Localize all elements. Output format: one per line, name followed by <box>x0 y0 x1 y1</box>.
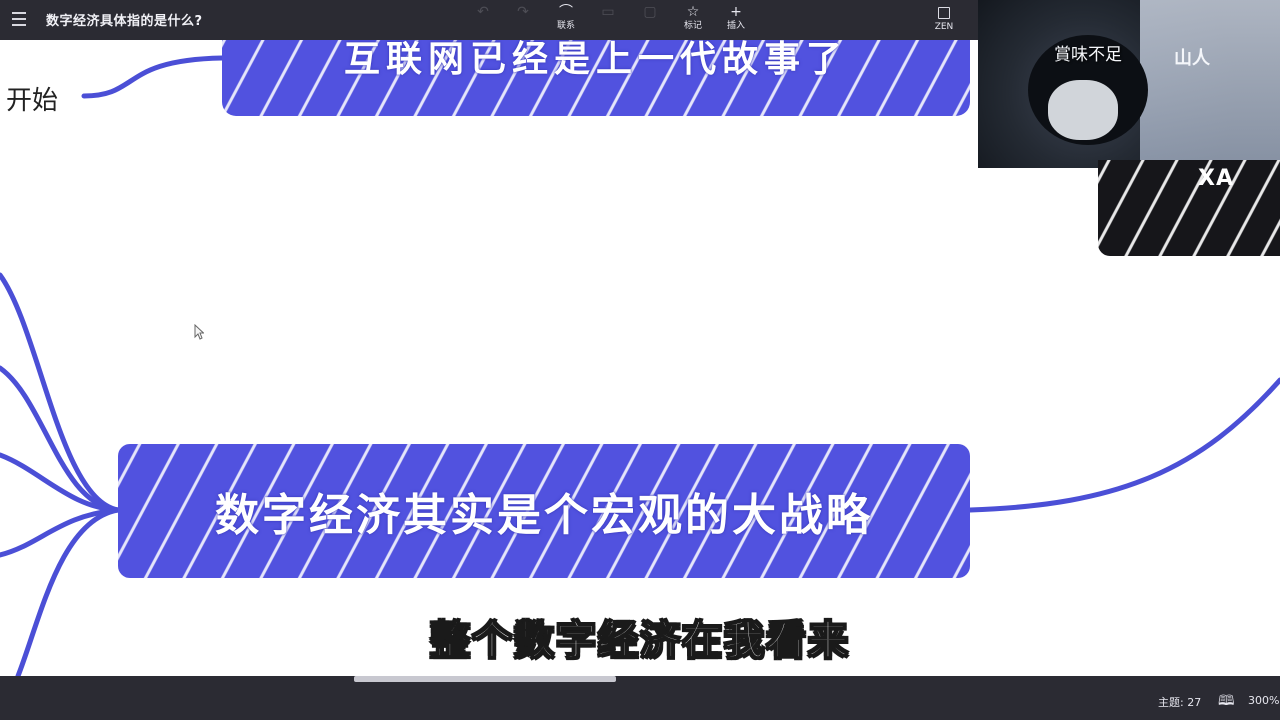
webcam-lower-panel: XA <box>1098 160 1280 256</box>
marker-star-icon: ☆ <box>686 4 700 20</box>
summary-button[interactable]: ▭ <box>585 3 631 37</box>
menu-icon[interactable] <box>8 8 30 30</box>
webcam-side-text: 山人 <box>1174 48 1210 69</box>
redo-icon: ↷ <box>517 4 529 20</box>
branch-line-1 <box>0 272 121 513</box>
line-to-right <box>967 377 1280 513</box>
boundary-button[interactable]: ▢ <box>627 3 673 37</box>
status-bar: 主题: 27 🕮 300% <box>0 676 1280 720</box>
topic-count: 主题: 27 <box>1158 696 1202 709</box>
webcam-caption: 賞味不足 <box>1054 45 1122 65</box>
webcam-lower-text: XA <box>1198 166 1234 191</box>
summary-icon: ▭ <box>601 4 615 20</box>
line-to-side-label <box>81 55 225 99</box>
mindmap-node-digital-economy[interactable]: 数字经济其实是个宏观的大战略 <box>118 444 970 578</box>
zen-mode-button[interactable]: ZEN <box>921 3 967 37</box>
relation-icon: ⌒ <box>559 4 573 20</box>
top-toolbar: 数字经济具体指的是什么? ↶ ↷ ⌒ 联系 ▭ ▢ ☆ 标记 + 插入 ZEN <box>0 0 980 40</box>
marker-button[interactable]: ☆ 标记 <box>670 3 716 37</box>
document-title: 数字经济具体指的是什么? <box>46 14 203 29</box>
redo-button[interactable]: ↷ <box>500 3 546 37</box>
webcam-overlay: 賞味不足 山人 <box>978 0 1280 168</box>
mouse-pointer-icon <box>194 324 204 340</box>
horizontal-scrollbar[interactable] <box>354 676 616 682</box>
outline-book-icon[interactable]: 🕮 <box>1218 690 1235 714</box>
relation-button[interactable]: ⌒ 联系 <box>543 3 589 37</box>
video-subtitle: 整个数字经济在我看来 <box>429 617 850 665</box>
mindmap-node-start[interactable]: 开始 <box>6 80 58 117</box>
fullscreen-icon <box>938 7 950 19</box>
mindmap-app: 开始 互联网已经是上一代故事了 数字经济其实是个宏观的大战略 整个数字经济在我看… <box>0 0 1280 720</box>
insert-plus-icon: + <box>730 4 742 20</box>
insert-button[interactable]: + 插入 <box>713 3 759 37</box>
zoom-level[interactable]: 300% <box>1248 694 1279 707</box>
boundary-icon: ▢ <box>643 4 657 20</box>
